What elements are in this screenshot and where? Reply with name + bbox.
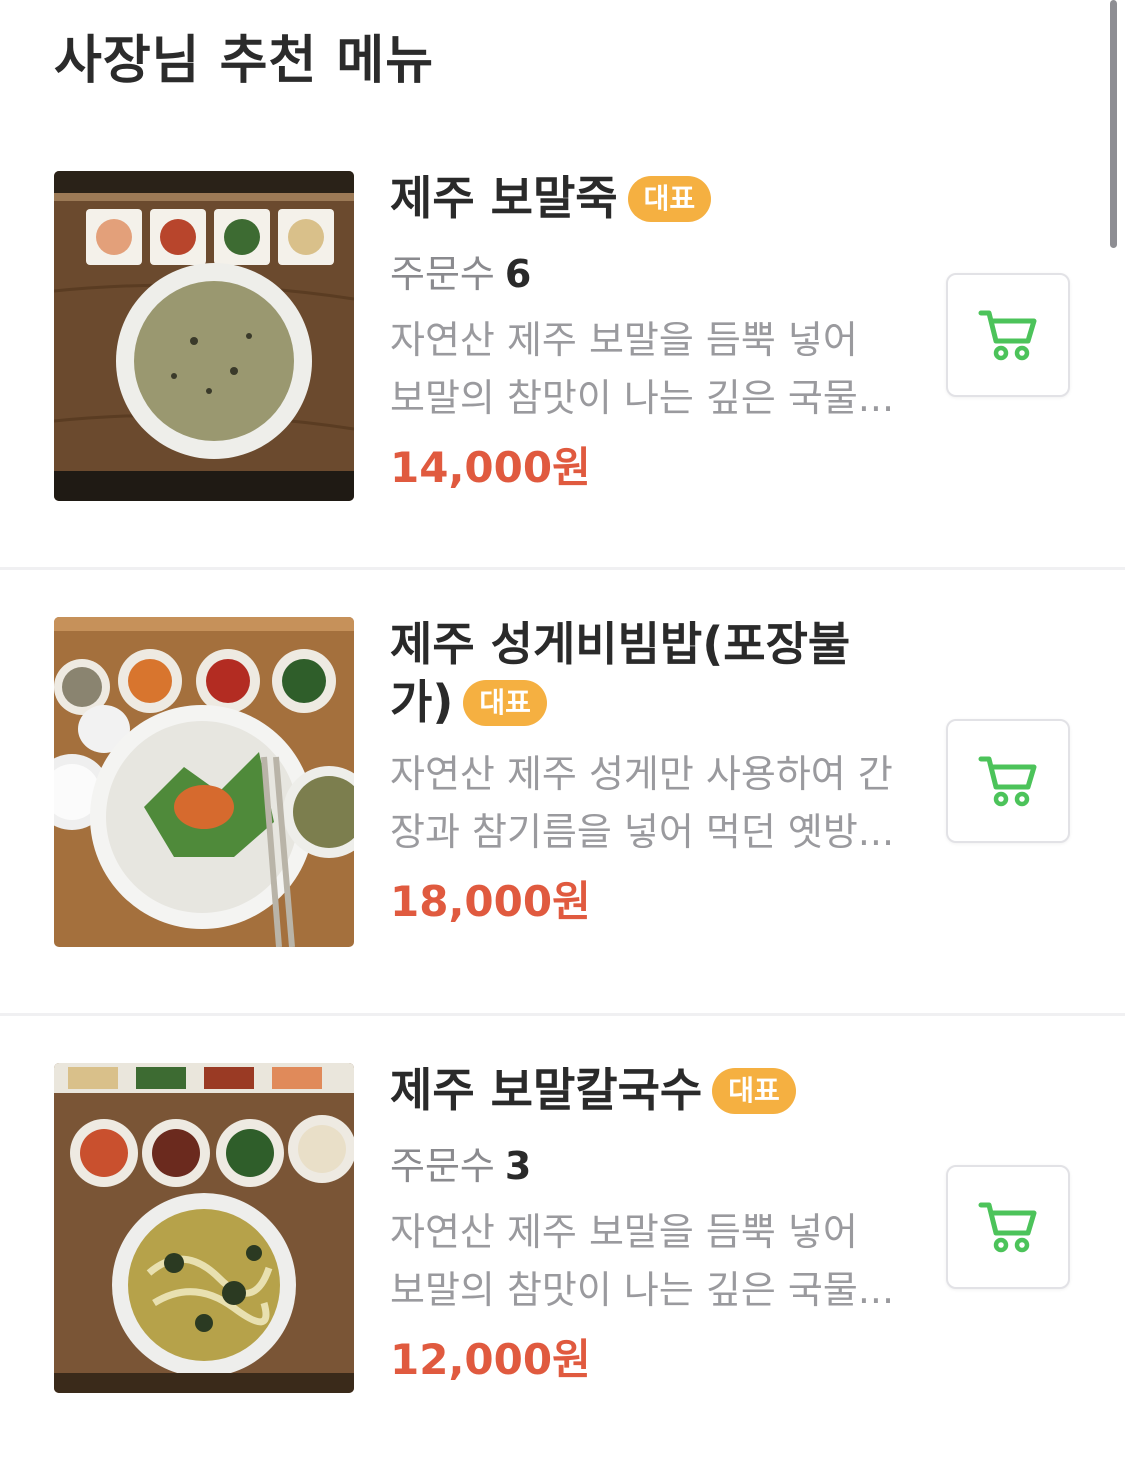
add-to-cart-button[interactable] [946, 273, 1070, 397]
menu-item-name-line1: 제주 성게비빔밥(포장불 [390, 617, 851, 671]
menu-item-description: 자연산 제주 보말을 듬뿍 넣어 보말의 참맛이 나는 깊은 국물... [390, 1210, 895, 1312]
menu-item-name: 제주 보말죽 [390, 171, 618, 225]
section-title: 사장님 추천 메뉴 [54, 31, 435, 91]
menu-item-name-row: 제주 성게비빔밥(포장불 가) 대표 [390, 615, 900, 731]
menu-item[interactable]: 제주 보말칼국수 대표 주문수 3 자연산 제주 보말을 듬뿍 넣어 보말의 참맛이… [0, 1016, 1125, 1462]
menu-item-name-row: 제주 보말칼국수 대표 [390, 1061, 900, 1119]
add-to-cart-button[interactable] [946, 719, 1070, 843]
menu-item[interactable]: 제주 보말죽 대표 주문수 6 자연산 제주 보말을 듬뿍 넣어 보말의 참맛이 나… [0, 124, 1125, 570]
menu-list: 제주 보말죽 대표 주문수 6 자연산 제주 보말을 듬뿍 넣어 보말의 참맛이 나… [0, 124, 1125, 1462]
menu-item-name: 제주 보말칼국수 [390, 1063, 703, 1117]
menu-item-info: 제주 보말칼국수 대표 주문수 3 자연산 제주 보말을 듬뿍 넣어 보말의 참맛이… [390, 1061, 900, 1387]
menu-item-image[interactable] [54, 617, 354, 947]
menu-item-image[interactable] [54, 171, 354, 501]
menu-item[interactable]: 제주 성게비빔밥(포장불 가) 대표 자연산 제주 성게만 사용하여 간장과 참기… [0, 570, 1125, 1016]
signature-badge: 대표 [627, 176, 712, 222]
menu-item-name-line2: 가) [390, 675, 454, 729]
menu-item-info: 제주 성게비빔밥(포장불 가) 대표 자연산 제주 성게만 사용하여 간장과 참기… [390, 615, 900, 929]
order-count-value: 6 [504, 252, 532, 296]
menu-item-name-row: 제주 보말죽 대표 [390, 169, 900, 227]
signature-badge: 대표 [463, 680, 547, 726]
order-count-label: 주문수 [390, 1144, 495, 1188]
cart-icon [978, 1202, 1037, 1253]
order-count: 주문수 6 [390, 249, 900, 299]
menu-item-description: 자연산 제주 성게만 사용하여 간장과 참기름을 넣어 먹던 옛방... [390, 752, 895, 854]
menu-item-price: 12,000원 [390, 1335, 591, 1384]
recommended-menu-page: 사장님 추천 메뉴 제주 보말죽 대표 주문수 6 자연산 제주 보말을 듬뿍 … [0, 0, 1125, 1466]
menu-item-price: 18,000원 [390, 877, 591, 926]
order-count: 주문수 3 [390, 1141, 900, 1191]
menu-item-price: 14,000원 [390, 443, 591, 492]
menu-item-image[interactable] [54, 1063, 354, 1393]
add-to-cart-button[interactable] [946, 1165, 1070, 1289]
menu-item-info: 제주 보말죽 대표 주문수 6 자연산 제주 보말을 듬뿍 넣어 보말의 참맛이 나… [390, 169, 900, 495]
cart-icon [978, 310, 1037, 361]
order-count-value: 3 [504, 1144, 532, 1188]
order-count-label: 주문수 [390, 252, 495, 296]
menu-item-description: 자연산 제주 보말을 듬뿍 넣어 보말의 참맛이 나는 깊은 국물... [390, 318, 895, 420]
cart-icon [978, 756, 1037, 807]
signature-badge: 대표 [712, 1068, 796, 1114]
